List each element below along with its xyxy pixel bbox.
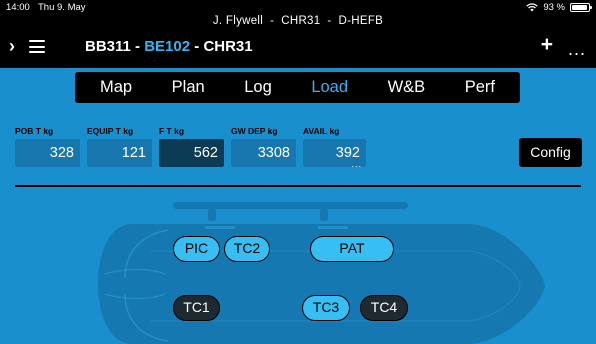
tab-plan[interactable]: Plan: [172, 78, 205, 97]
nav-row: › BB311 - BE102 - CHR31 + ...: [0, 34, 596, 59]
route-breadcrumb: BB311 - BE102 - CHR31: [85, 38, 253, 55]
flight-subtitle: J. Flywell - CHR31 - D-HEFB: [212, 15, 384, 27]
pob-label: POB T kg: [15, 126, 54, 136]
seat-tc4[interactable]: TC4: [360, 295, 408, 321]
seat-tc3[interactable]: TC3: [302, 295, 350, 321]
helicopter-outline: [98, 202, 545, 344]
seat-tc2[interactable]: TC2: [224, 236, 270, 262]
gw-dep-value[interactable]: 3308: [231, 139, 296, 167]
avail-box[interactable]: 392 ...: [303, 139, 366, 169]
equip-field: EQUIP T kg 121: [87, 126, 152, 167]
equip-label: EQUIP T kg: [87, 126, 134, 136]
hamburger-menu-icon[interactable]: [29, 40, 45, 53]
divider: [15, 185, 581, 187]
avail-field: AVAIL kg 392 ...: [303, 126, 366, 169]
gw-dep-label: GW DEP kg: [231, 126, 278, 136]
route-from[interactable]: BB311: [85, 38, 131, 55]
config-button[interactable]: Config: [519, 138, 582, 167]
seat-pic[interactable]: PIC: [173, 236, 220, 262]
tab-bar: Map Plan Log Load W&B Perf: [75, 72, 520, 103]
pob-field: POB T kg 328: [15, 126, 80, 167]
equip-value[interactable]: 121: [87, 139, 152, 167]
wifi-icon: [526, 3, 539, 12]
pob-value[interactable]: 328: [15, 139, 80, 167]
tab-wb[interactable]: W&B: [388, 78, 426, 97]
seat-pat[interactable]: PAT: [310, 236, 394, 262]
status-time: 14:00: [6, 2, 30, 13]
seat-tc1[interactable]: TC1: [173, 295, 220, 321]
status-indicators: 93 %: [526, 2, 592, 13]
battery-icon: [570, 3, 592, 12]
fuel-label: F T kg: [159, 126, 185, 136]
avail-label: AVAIL kg: [303, 126, 340, 136]
app-header: 14:00 Thu 9. May 93 % J. Flywell - CHR31…: [0, 0, 596, 68]
tab-map[interactable]: Map: [100, 78, 132, 97]
route-separator: -: [130, 38, 145, 55]
route-to[interactable]: CHR31: [203, 38, 252, 55]
status-date: Thu 9. May: [38, 2, 86, 13]
tab-perf[interactable]: Perf: [465, 78, 495, 97]
route-separator: -: [190, 38, 204, 55]
route-current[interactable]: BE102: [144, 38, 190, 55]
aircraft-cabin: PIC TC2 PAT TC1 TC3 TC4: [0, 196, 596, 344]
gw-dep-field: GW DEP kg 3308: [231, 126, 296, 167]
fuel-field: F T kg 562: [159, 126, 224, 167]
add-icon[interactable]: +: [541, 34, 553, 56]
more-dots-icon[interactable]: ...: [351, 160, 362, 169]
fuel-value[interactable]: 562: [159, 139, 224, 167]
tab-log[interactable]: Log: [244, 78, 272, 97]
tab-load[interactable]: Load: [311, 78, 348, 97]
more-options-icon[interactable]: ...: [568, 40, 586, 58]
status-bar: 14:00 Thu 9. May 93 %: [0, 0, 596, 16]
battery-percent: 93 %: [543, 2, 565, 13]
chevron-right-icon[interactable]: ›: [9, 36, 15, 56]
